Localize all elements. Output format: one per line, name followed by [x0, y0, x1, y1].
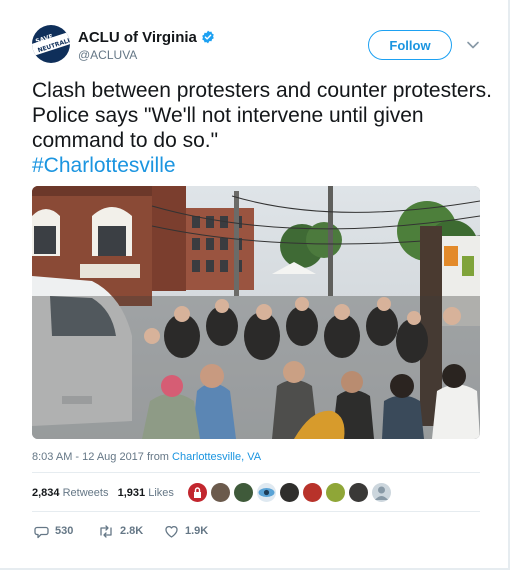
- protest-crowd-image: [32, 186, 480, 439]
- liker-avatar[interactable]: [280, 483, 299, 502]
- chevron-down-icon[interactable]: [466, 38, 480, 52]
- divider: [32, 472, 480, 473]
- likes-stat[interactable]: 1,931 Likes: [118, 487, 174, 499]
- liker-avatar[interactable]: [188, 483, 207, 502]
- retweets-count: 2,834: [32, 487, 60, 499]
- retweet-count: 2.8K: [120, 525, 144, 537]
- liker-avatar[interactable]: [349, 483, 368, 502]
- follow-button[interactable]: Follow: [368, 30, 452, 60]
- liker-avatar[interactable]: [211, 483, 230, 502]
- like-button[interactable]: 1.9K: [164, 523, 208, 539]
- retweet-icon: [100, 524, 112, 538]
- tweet-location-link[interactable]: Charlottesville, VA: [172, 451, 261, 463]
- tweet-card: SAVE NET NEUTRALITY ACLU of Virginia @AC…: [0, 0, 510, 570]
- heart-icon: [165, 525, 178, 538]
- reply-icon: [34, 526, 49, 538]
- hashtag-link[interactable]: #Charlottesville: [32, 153, 492, 178]
- like-count: 1.9K: [185, 525, 209, 537]
- liker-avatar[interactable]: [372, 483, 391, 502]
- default-profile-icon: [375, 486, 388, 500]
- tweet-photo[interactable]: [32, 186, 480, 439]
- liker-avatar[interactable]: [234, 483, 253, 502]
- verified-badge-icon: [202, 30, 214, 44]
- lock-icon: [194, 487, 201, 498]
- liker-avatar[interactable]: [326, 483, 345, 502]
- retweets-label: Retweets: [62, 487, 109, 499]
- divider: [32, 511, 480, 512]
- eye-icon: [258, 488, 275, 497]
- tweet-stats: 2,834 Retweets 1,931 Likes: [32, 487, 174, 499]
- tweet-timestamp[interactable]: 8:03 AM - 12 Aug 2017 from: [32, 451, 172, 463]
- likes-count: 1,931: [117, 487, 146, 499]
- tweet-body: Clash between protesters and counter pro…: [32, 79, 492, 152]
- retweets-stat[interactable]: 2,834 Retweets: [32, 487, 108, 499]
- tweet-text: Clash between protesters and counter pro…: [32, 78, 492, 178]
- liker-avatar[interactable]: [257, 483, 276, 502]
- reply-button[interactable]: 530: [34, 523, 73, 539]
- tweet-actions: 530 2.8K 1.9K: [32, 523, 332, 539]
- retweet-button[interactable]: 2.8K: [98, 523, 143, 539]
- account-handle[interactable]: @ACLUVA: [78, 48, 137, 62]
- account-avatar[interactable]: SAVE NET NEUTRALITY: [32, 25, 70, 63]
- tweet-metadata: 8:03 AM - 12 Aug 2017 from Charlottesvil…: [32, 451, 261, 463]
- account-name-row[interactable]: ACLU of Virginia: [78, 29, 215, 46]
- likes-label: Likes: [148, 487, 174, 499]
- reply-count: 530: [55, 525, 74, 537]
- liker-avatar[interactable]: [303, 483, 322, 502]
- account-name[interactable]: ACLU of Virginia: [78, 29, 197, 46]
